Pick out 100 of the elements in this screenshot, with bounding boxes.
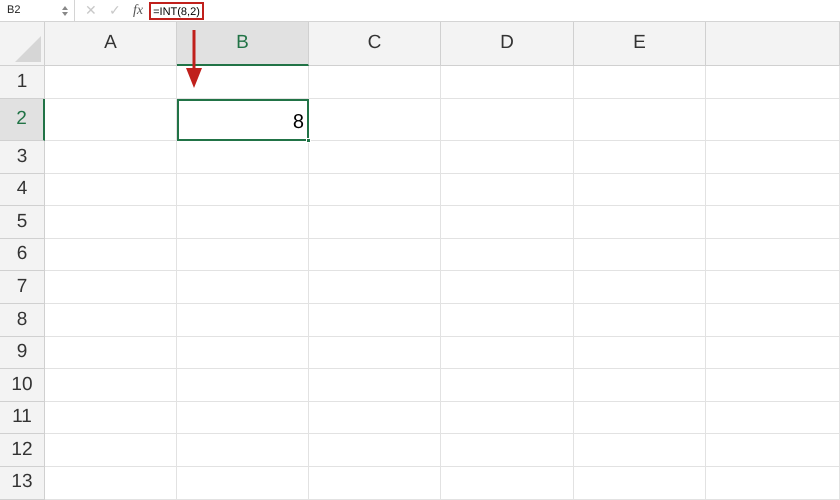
grid-cell[interactable]	[309, 369, 441, 402]
grid-cell[interactable]	[45, 174, 177, 206]
row-header[interactable]: 13	[0, 466, 45, 500]
column-header[interactable]: C	[309, 22, 441, 66]
grid-cell[interactable]	[574, 141, 706, 174]
grid-cell[interactable]	[177, 304, 309, 337]
grid-cell[interactable]	[45, 466, 177, 500]
grid-cell[interactable]	[574, 434, 706, 467]
grid-cell[interactable]	[706, 402, 840, 434]
row-header[interactable]: 8	[0, 304, 45, 337]
grid-cell[interactable]	[706, 336, 840, 370]
grid-cell[interactable]	[309, 141, 441, 174]
grid-cell[interactable]	[441, 141, 574, 174]
grid-cell[interactable]	[45, 206, 177, 239]
grid-cell[interactable]	[706, 466, 840, 500]
column-header[interactable]: E	[574, 22, 706, 66]
grid-cell[interactable]	[309, 466, 441, 500]
grid-cell[interactable]	[706, 304, 840, 337]
row-header[interactable]: 5	[0, 206, 45, 239]
select-all-icon[interactable]	[15, 36, 41, 62]
row-header[interactable]: 11	[0, 402, 45, 434]
formula-input[interactable]: =INT(8,2)	[149, 2, 204, 20]
grid-cell[interactable]	[441, 99, 574, 141]
grid-cell[interactable]	[706, 206, 840, 239]
grid-cell[interactable]	[574, 466, 706, 500]
grid-cell[interactable]	[309, 336, 441, 370]
grid-cell[interactable]	[309, 304, 441, 337]
grid-cell[interactable]	[45, 271, 177, 304]
grid-cell[interactable]	[574, 369, 706, 402]
grid-cell[interactable]	[441, 304, 574, 337]
grid-cell[interactable]	[177, 174, 309, 206]
grid-cell[interactable]	[441, 466, 574, 500]
column-header[interactable]: A	[45, 22, 177, 66]
grid-cell[interactable]	[441, 336, 574, 370]
grid-cell[interactable]	[441, 271, 574, 304]
grid-cell[interactable]	[177, 466, 309, 500]
stepper-icon[interactable]	[62, 4, 68, 16]
grid-cell[interactable]	[177, 434, 309, 467]
grid-cell[interactable]	[574, 66, 706, 99]
grid-cell[interactable]	[706, 66, 840, 99]
grid-cell[interactable]	[177, 238, 309, 272]
grid-cell[interactable]	[309, 271, 441, 304]
grid-cell[interactable]	[574, 99, 706, 141]
grid-cell[interactable]	[177, 336, 309, 370]
grid-cell[interactable]	[441, 206, 574, 239]
row-header[interactable]: 10	[0, 369, 45, 402]
grid-cell[interactable]	[45, 238, 177, 272]
grid-cell[interactable]	[309, 238, 441, 272]
grid-cell[interactable]	[177, 271, 309, 304]
grid-cell[interactable]	[309, 402, 441, 434]
grid-cell[interactable]	[45, 336, 177, 370]
column-header[interactable]: D	[441, 22, 574, 66]
grid-cell[interactable]	[441, 434, 574, 467]
grid-cell[interactable]	[309, 99, 441, 141]
grid-cell[interactable]	[574, 238, 706, 272]
insert-function-button[interactable]: fx	[133, 0, 144, 21]
grid-cell[interactable]	[574, 271, 706, 304]
grid-cell[interactable]	[177, 206, 309, 239]
grid-cell[interactable]	[45, 304, 177, 337]
grid-cell[interactable]	[309, 66, 441, 99]
grid-cell[interactable]	[45, 402, 177, 434]
cell-value[interactable]: 8	[177, 99, 309, 141]
grid-cell[interactable]	[441, 402, 574, 434]
row-header[interactable]: 6	[0, 238, 45, 272]
row-header[interactable]: 1	[0, 66, 45, 99]
grid-cell[interactable]	[45, 369, 177, 402]
grid-cell[interactable]	[309, 206, 441, 239]
row-header[interactable]: 4	[0, 174, 45, 206]
grid-cell[interactable]	[441, 369, 574, 402]
grid-cell[interactable]	[574, 174, 706, 206]
row-header[interactable]: 12	[0, 434, 45, 467]
grid-cell[interactable]	[309, 434, 441, 467]
grid-cell[interactable]	[45, 99, 177, 141]
grid-cell[interactable]	[309, 174, 441, 206]
grid-cell[interactable]	[574, 402, 706, 434]
row-header[interactable]: 2	[0, 99, 45, 141]
grid-cell[interactable]	[574, 336, 706, 370]
grid-cell[interactable]	[574, 304, 706, 337]
grid-cell[interactable]	[441, 66, 574, 99]
column-header[interactable]	[706, 22, 840, 66]
grid-cell[interactable]	[706, 99, 840, 141]
row-header[interactable]: 9	[0, 336, 45, 370]
grid-cell[interactable]	[45, 141, 177, 174]
grid-cell[interactable]	[441, 174, 574, 206]
name-box[interactable]: B2	[0, 2, 62, 19]
grid-cell[interactable]	[706, 271, 840, 304]
grid-cell[interactable]	[706, 141, 840, 174]
grid-cell[interactable]	[45, 434, 177, 467]
grid-cell[interactable]	[441, 238, 574, 272]
grid-cell[interactable]	[177, 402, 309, 434]
row-header[interactable]: 3	[0, 141, 45, 174]
grid-cell[interactable]	[706, 238, 840, 272]
grid-cell[interactable]	[706, 369, 840, 402]
grid-cell[interactable]	[706, 434, 840, 467]
grid-cell[interactable]	[706, 174, 840, 206]
grid-cell[interactable]	[574, 206, 706, 239]
grid-cell[interactable]	[177, 141, 309, 174]
fill-handle[interactable]	[306, 138, 311, 143]
column-header[interactable]: B	[177, 22, 309, 66]
grid-cell[interactable]	[45, 66, 177, 99]
